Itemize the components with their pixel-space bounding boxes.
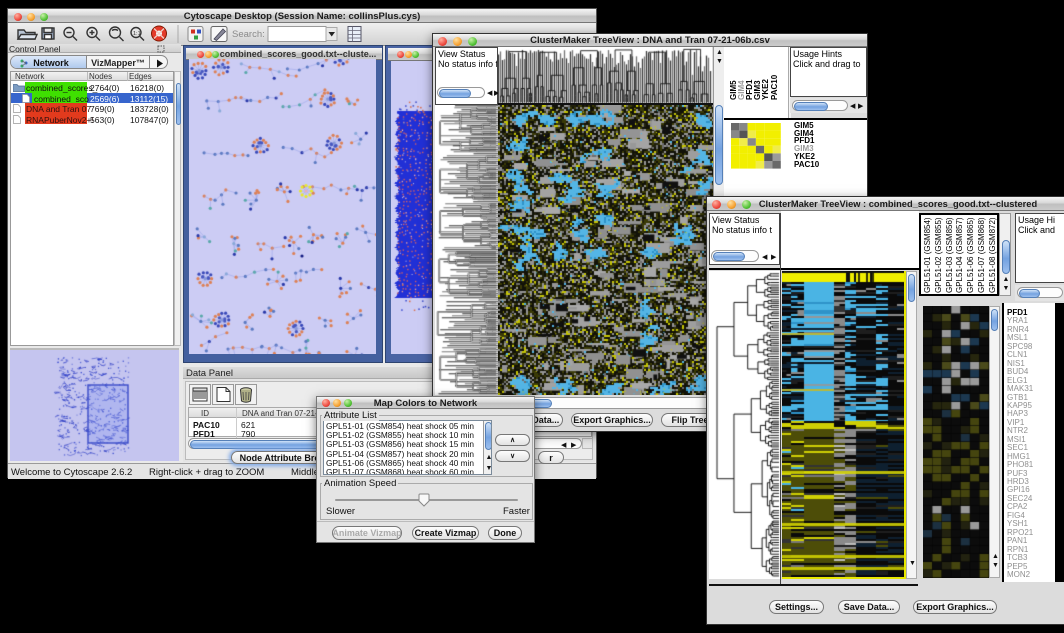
svg-text:1:1: 1:1 <box>133 31 141 37</box>
svg-text:Search:: Search: <box>232 29 265 40</box>
